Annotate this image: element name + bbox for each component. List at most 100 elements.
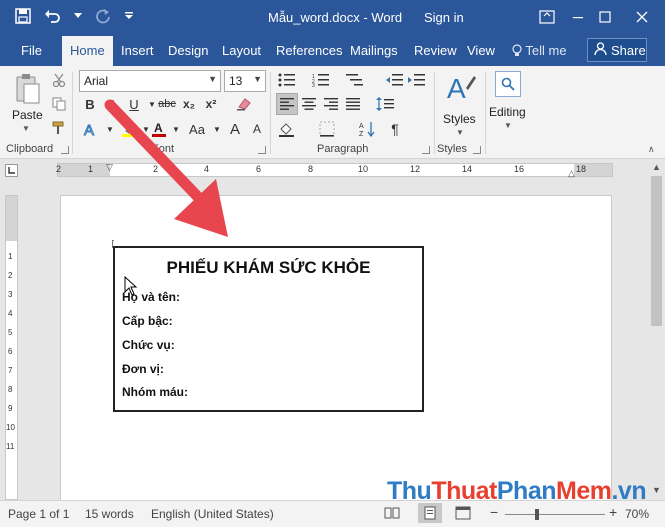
svg-text:Z: Z	[359, 131, 364, 137]
tab-view[interactable]: View	[467, 43, 495, 58]
paste-label: Paste	[12, 108, 43, 122]
ruler-label: 1	[8, 252, 13, 261]
vertical-scrollbar[interactable]: ▲ ▼	[648, 160, 665, 500]
align-left-button[interactable]	[276, 93, 298, 115]
decrease-indent-icon[interactable]	[384, 69, 406, 91]
shading-icon[interactable]	[276, 118, 298, 140]
tab-selector-icon[interactable]	[5, 164, 18, 177]
font-name-combo[interactable]: Arial ▼	[79, 70, 221, 92]
group-divider	[270, 72, 271, 154]
ruler-label: 12	[410, 164, 421, 174]
title-bar: Mẫu_word.docx - Word Sign in	[0, 0, 665, 34]
zoom-out-icon[interactable]: −	[490, 504, 498, 520]
tab-file[interactable]: File	[21, 43, 42, 58]
language[interactable]: English (United States)	[151, 507, 274, 521]
ribbon-tabs: File Home Insert Design Layout Reference…	[0, 34, 665, 66]
clipboard-group-label: Clipboard	[6, 143, 54, 155]
group-divider	[72, 72, 73, 154]
copy-icon[interactable]	[48, 93, 70, 115]
bullets-icon[interactable]	[276, 69, 298, 91]
justify-button[interactable]	[342, 93, 364, 115]
svg-text:A: A	[84, 122, 94, 137]
line-spacing-icon[interactable]	[374, 93, 396, 115]
svg-text:3: 3	[312, 83, 315, 87]
show-formatting-button[interactable]: ¶	[384, 118, 406, 140]
customize-qat-icon[interactable]	[124, 7, 134, 25]
tab-layout[interactable]: Layout	[222, 43, 261, 58]
watermark-part: .vn	[611, 477, 647, 505]
vertical-ruler[interactable]: 1 2 3 4 5 6 7 8 9 10 11	[5, 195, 18, 500]
clipboard-launcher-icon[interactable]	[61, 146, 69, 154]
sort-icon[interactable]: AZ	[356, 118, 378, 140]
cut-icon[interactable]	[48, 69, 70, 91]
paragraph-launcher-icon[interactable]	[422, 146, 430, 154]
quick-access-toolbar	[14, 7, 134, 25]
ruler-label: 14	[462, 164, 473, 174]
right-indent-marker[interactable]: △	[568, 168, 575, 179]
tab-references[interactable]: References	[276, 43, 342, 58]
share-button[interactable]: Share	[587, 38, 647, 62]
multilevel-list-icon[interactable]	[344, 69, 366, 91]
watermark-part: Thu	[387, 477, 432, 505]
styles-launcher-icon[interactable]	[473, 146, 481, 154]
paste-button[interactable]: Paste ▼	[8, 72, 48, 133]
ruler-label: 2	[8, 271, 13, 280]
styles-group-label: Styles	[437, 143, 467, 155]
numbering-icon[interactable]: 123	[310, 69, 332, 91]
read-mode-icon[interactable]	[384, 506, 400, 523]
tab-home[interactable]: Home	[62, 36, 113, 66]
watermark-part: Thuat	[431, 477, 497, 505]
increase-indent-icon[interactable]	[406, 69, 428, 91]
text-box[interactable]: PHIẾU KHÁM SỨC KHỎE Họ và tên: Cấp bậc: …	[113, 246, 424, 412]
tab-insert[interactable]: Insert	[121, 43, 154, 58]
ruler-label: 5	[8, 328, 13, 337]
borders-icon[interactable]	[316, 118, 338, 140]
zoom-slider[interactable]	[505, 514, 605, 515]
tab-design[interactable]: Design	[168, 43, 208, 58]
window-title: Mẫu_word.docx - Word	[268, 10, 403, 25]
collapse-ribbon-icon[interactable]: ∧	[648, 144, 655, 155]
tab-review[interactable]: Review	[414, 43, 457, 58]
styles-label: Styles	[443, 112, 476, 126]
ruler-label: 10	[6, 423, 15, 432]
bold-button[interactable]: B	[79, 93, 101, 115]
ribbon-display-options-icon[interactable]	[536, 6, 558, 28]
align-right-button[interactable]	[320, 93, 342, 115]
field-nhom-mau: Nhóm máu:	[122, 385, 188, 399]
undo-icon[interactable]	[44, 7, 62, 25]
scrollbar-thumb[interactable]	[651, 176, 662, 326]
editing-button[interactable]: Editing ▼	[487, 70, 529, 138]
clipboard-icon	[16, 74, 40, 107]
web-layout-icon[interactable]	[455, 506, 471, 523]
print-layout-icon[interactable]	[418, 503, 442, 523]
lightbulb-icon	[512, 43, 525, 58]
minimize-icon[interactable]	[567, 6, 589, 28]
ruler-label: 2	[56, 164, 62, 174]
ruler-label: 6	[256, 164, 262, 174]
align-center-button[interactable]	[298, 93, 320, 115]
close-icon[interactable]	[631, 6, 653, 28]
font-launcher-icon[interactable]	[258, 146, 266, 154]
page-count[interactable]: Page 1 of 1	[8, 507, 69, 521]
format-painter-icon[interactable]	[48, 117, 70, 139]
text-effects-icon[interactable]: A	[79, 118, 101, 140]
sign-in-link[interactable]: Sign in	[424, 10, 464, 25]
tell-me-box[interactable]: Tell me	[512, 43, 567, 58]
scroll-down-icon[interactable]: ▼	[652, 485, 661, 495]
styles-dropdown-icon: ▼	[456, 128, 464, 137]
scroll-up-icon[interactable]: ▲	[652, 162, 661, 172]
styles-button[interactable]: A Styles ▼	[440, 70, 480, 138]
word-count[interactable]: 15 words	[85, 507, 134, 521]
zoom-level[interactable]: 70%	[625, 507, 649, 521]
chevron-down-icon[interactable]	[74, 7, 82, 25]
save-icon[interactable]	[14, 7, 32, 25]
maximize-icon[interactable]	[594, 6, 616, 28]
tab-mailings[interactable]: Mailings	[350, 43, 398, 58]
font-size-combo[interactable]: 13 ▼	[224, 70, 266, 92]
zoom-in-icon[interactable]: +	[609, 504, 617, 520]
ruler-label: 10	[358, 164, 369, 174]
zoom-slider-thumb[interactable]	[535, 509, 539, 520]
shrink-font-button[interactable]: A	[246, 118, 268, 140]
redo-icon[interactable]	[94, 7, 112, 25]
ruler-label: 1	[88, 164, 94, 174]
